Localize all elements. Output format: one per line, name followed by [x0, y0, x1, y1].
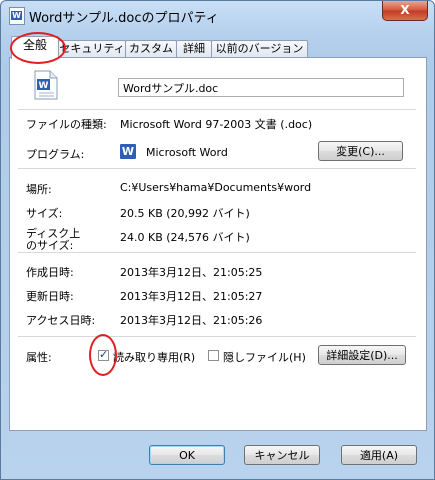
tab-previous-versions[interactable]: 以前のバージョン	[211, 40, 308, 58]
word-document-icon: W	[9, 7, 25, 25]
hidden-label[interactable]: 隠しファイル(H)	[223, 349, 306, 365]
window-title: Wordサンプル.docのプロパティ	[29, 11, 219, 26]
hidden-checkbox[interactable]	[208, 350, 219, 361]
divider	[18, 168, 416, 169]
title-bar[interactable]: W Wordサンプル.docのプロパティ X	[1, 1, 434, 31]
properties-dialog: W Wordサンプル.docのプロパティ X 全般 セキュリティ カスタム 詳細…	[0, 0, 435, 480]
divider	[18, 336, 416, 337]
word-app-icon: W	[120, 144, 136, 159]
change-button[interactable]: 変更(C)...	[318, 141, 403, 161]
close-button[interactable]: X	[382, 1, 428, 21]
modified-label: 更新日時:	[26, 290, 74, 303]
readonly-label[interactable]: 読み取り専用(R)	[113, 349, 195, 365]
tab-custom[interactable]: カスタム	[125, 40, 177, 58]
divider	[18, 252, 416, 253]
filename-input[interactable]	[118, 78, 404, 97]
readonly-checkbox[interactable]: ✓	[98, 348, 109, 361]
disk-size-value: 24.0 KB (24,576 バイト)	[120, 231, 250, 244]
tab-general[interactable]: 全般	[11, 36, 59, 59]
tab-details[interactable]: 詳細	[176, 40, 212, 58]
word-letter: W	[11, 11, 22, 20]
svg-text:W: W	[39, 81, 49, 91]
file-type-label: ファイルの種類:	[26, 118, 107, 131]
file-type-value: Microsoft Word 97-2003 文書 (.doc)	[120, 118, 313, 131]
location-value: C:¥Users¥hama¥Documents¥word	[120, 181, 312, 194]
cancel-button[interactable]: キャンセル	[244, 445, 320, 465]
size-label: サイズ:	[26, 207, 63, 220]
modified-value: 2013年3月12日、21:05:27	[120, 290, 263, 303]
created-value: 2013年3月12日、21:05:25	[120, 266, 263, 279]
program-value: Microsoft Word	[146, 146, 228, 159]
apply-button[interactable]: 適用(A)	[341, 445, 417, 465]
accessed-label: アクセス日時:	[26, 314, 96, 327]
accessed-value: 2013年3月12日、21:05:26	[120, 314, 263, 327]
doc-file-icon: W	[34, 70, 58, 100]
attributes-label: 属性:	[26, 351, 52, 364]
tab-bar: 全般 セキュリティ カスタム 詳細 以前のバージョン	[9, 36, 427, 59]
advanced-settings-button[interactable]: 詳細設定(D)...	[318, 345, 406, 365]
ok-button[interactable]: OK	[149, 445, 225, 465]
created-label: 作成日時:	[26, 266, 74, 279]
general-tab-panel: W ファイルの種類: Microsoft Word 97-2003 文書 (.d…	[9, 57, 427, 431]
size-value: 20.5 KB (20,992 バイト)	[120, 207, 250, 220]
check-icon: ✓	[99, 348, 109, 361]
program-label: プログラム:	[26, 148, 85, 161]
disk-size-label-line2: のサイズ:	[26, 239, 74, 252]
divider	[18, 109, 416, 110]
tab-security[interactable]: セキュリティ	[58, 40, 126, 58]
location-label: 場所:	[26, 183, 52, 196]
